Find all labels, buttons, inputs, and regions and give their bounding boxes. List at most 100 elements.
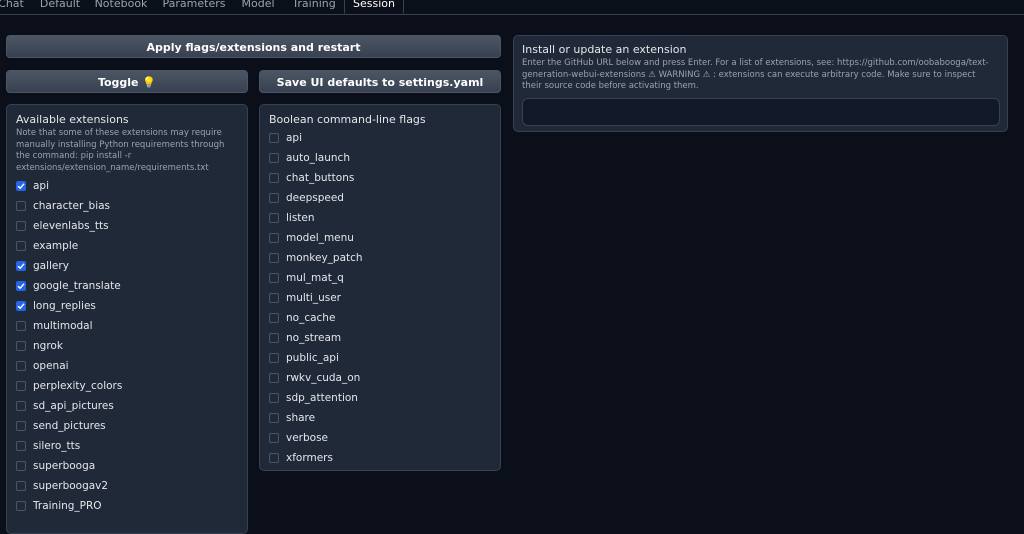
checkbox-label: superbooga	[33, 460, 96, 472]
checkbox[interactable]	[269, 453, 279, 463]
checkbox-label: rwkv_cuda_on	[286, 372, 361, 384]
checkbox[interactable]	[16, 201, 26, 211]
extension-google-translate[interactable]: google_translate	[16, 278, 121, 294]
extensions-title: Available extensions	[16, 113, 129, 126]
extension-elevenlabs-tts[interactable]: elevenlabs_tts	[16, 218, 109, 234]
checkbox[interactable]	[16, 261, 26, 271]
checkbox[interactable]	[269, 393, 279, 403]
checkbox[interactable]	[269, 153, 279, 163]
checkbox[interactable]	[16, 181, 26, 191]
checkbox[interactable]	[16, 221, 26, 231]
tab-session[interactable]: Session	[344, 0, 404, 14]
checkbox[interactable]	[269, 413, 279, 423]
extension-ngrok[interactable]: ngrok	[16, 338, 63, 354]
flag-mul-mat-q[interactable]: mul_mat_q	[269, 270, 344, 286]
install-info: Enter the GitHub URL below and press Ent…	[522, 58, 989, 91]
flag-model-menu[interactable]: model_menu	[269, 230, 354, 246]
tab-notebook[interactable]: Notebook	[88, 0, 154, 13]
checkbox[interactable]	[16, 341, 26, 351]
checkbox-label: verbose	[286, 432, 329, 444]
extensions-panel: Available extensions Note that some of t…	[6, 104, 248, 534]
flag-multi-user[interactable]: multi_user	[269, 290, 341, 306]
checkbox[interactable]	[16, 301, 26, 311]
extension-character-bias[interactable]: character_bias	[16, 198, 110, 214]
checkbox[interactable]	[269, 293, 279, 303]
checkbox[interactable]	[269, 373, 279, 383]
flag-sdp-attention[interactable]: sdp_attention	[269, 390, 358, 406]
flag-no-stream[interactable]: no_stream	[269, 330, 341, 346]
flags-panel: Boolean command-line flags api auto_launc…	[259, 104, 501, 471]
checkbox-label: api	[286, 132, 303, 144]
checkbox[interactable]	[269, 273, 279, 283]
checkbox[interactable]	[16, 481, 26, 491]
checkbox[interactable]	[269, 353, 279, 363]
install-extension-panel: Install or update an extension Enter the…	[513, 35, 1008, 132]
tab-training[interactable]: Training	[285, 0, 343, 13]
tab-model[interactable]: Model	[234, 0, 282, 13]
checkbox[interactable]	[16, 421, 26, 431]
checkbox-label: auto_launch	[286, 152, 350, 164]
check-icon	[17, 263, 25, 270]
checkbox[interactable]	[269, 133, 279, 143]
checkbox-label: multi_user	[286, 292, 341, 304]
toggle-button[interactable]: Toggle 💡	[6, 70, 248, 93]
checkbox-label: superboogav2	[33, 480, 109, 492]
install-title: Install or update an extension	[522, 43, 687, 56]
flag-chat-buttons[interactable]: chat_buttons	[269, 170, 354, 186]
checkbox[interactable]	[16, 381, 26, 391]
apply-restart-button[interactable]: Apply flags/extensions and restart	[6, 35, 501, 58]
checkbox-label: Training_PRO	[33, 500, 102, 512]
flag-public-api[interactable]: public_api	[269, 350, 339, 366]
extension-openai[interactable]: openai	[16, 358, 69, 374]
checkbox[interactable]	[269, 333, 279, 343]
extension-api[interactable]: api	[16, 178, 49, 194]
extension-send-pictures[interactable]: send_pictures	[16, 418, 106, 434]
checkbox[interactable]	[269, 433, 279, 443]
extension-perplexity-colors[interactable]: perplexity_colors	[16, 378, 122, 394]
checkbox-label: monkey_patch	[286, 252, 363, 264]
checkbox[interactable]	[16, 441, 26, 451]
extension-superbooga[interactable]: superbooga	[16, 458, 95, 474]
flag-monkey-patch[interactable]: monkey_patch	[269, 250, 363, 266]
flag-auto-launch[interactable]: auto_launch	[269, 150, 350, 166]
extension-superboogav2[interactable]: superboogav2	[16, 478, 108, 494]
flag-rwkv-cuda-on[interactable]: rwkv_cuda_on	[269, 370, 360, 386]
checkbox[interactable]	[16, 241, 26, 251]
flag-xformers[interactable]: xformers	[269, 450, 333, 466]
save-defaults-button[interactable]: Save UI defaults to settings.yaml	[259, 70, 501, 93]
extension-gallery[interactable]: gallery	[16, 258, 69, 274]
extensions-info: Note that some of these extensions may r…	[16, 128, 225, 173]
checkbox-label: chat_buttons	[286, 172, 355, 184]
flag-listen[interactable]: listen	[269, 210, 315, 226]
checkbox[interactable]	[16, 461, 26, 471]
checkbox[interactable]	[269, 173, 279, 183]
flag-verbose[interactable]: verbose	[269, 430, 328, 446]
tab-parameters[interactable]: Parameters	[157, 0, 231, 13]
checkbox[interactable]	[16, 501, 26, 511]
extension-silero-tts[interactable]: silero_tts	[16, 438, 80, 454]
flag-api[interactable]: api	[269, 130, 302, 146]
checkbox[interactable]	[269, 213, 279, 223]
extension-example[interactable]: example	[16, 238, 78, 254]
checkbox[interactable]	[269, 253, 279, 263]
extension-multimodal[interactable]: multimodal	[16, 318, 93, 334]
checkbox-label: mul_mat_q	[286, 272, 344, 284]
checkbox-label: listen	[286, 212, 315, 224]
checkbox[interactable]	[269, 313, 279, 323]
checkbox[interactable]	[269, 193, 279, 203]
flag-share[interactable]: share	[269, 410, 315, 426]
flag-deepspeed[interactable]: deepspeed	[269, 190, 344, 206]
checkbox-label: elevenlabs_tts	[33, 220, 109, 232]
checkbox[interactable]	[16, 281, 26, 291]
tab-default[interactable]: Default	[34, 0, 86, 13]
flag-no-cache[interactable]: no_cache	[269, 310, 335, 326]
checkbox[interactable]	[269, 233, 279, 243]
extension-sd-api-pictures[interactable]: sd_api_pictures	[16, 398, 114, 414]
checkbox[interactable]	[16, 361, 26, 371]
extension-url-input[interactable]	[522, 98, 1000, 126]
checkbox[interactable]	[16, 321, 26, 331]
checkbox[interactable]	[16, 401, 26, 411]
tab-chat[interactable]: Chat	[0, 0, 34, 13]
extension-training-pro[interactable]: Training_PRO	[16, 498, 102, 514]
extension-long-replies[interactable]: long_replies	[16, 298, 96, 314]
